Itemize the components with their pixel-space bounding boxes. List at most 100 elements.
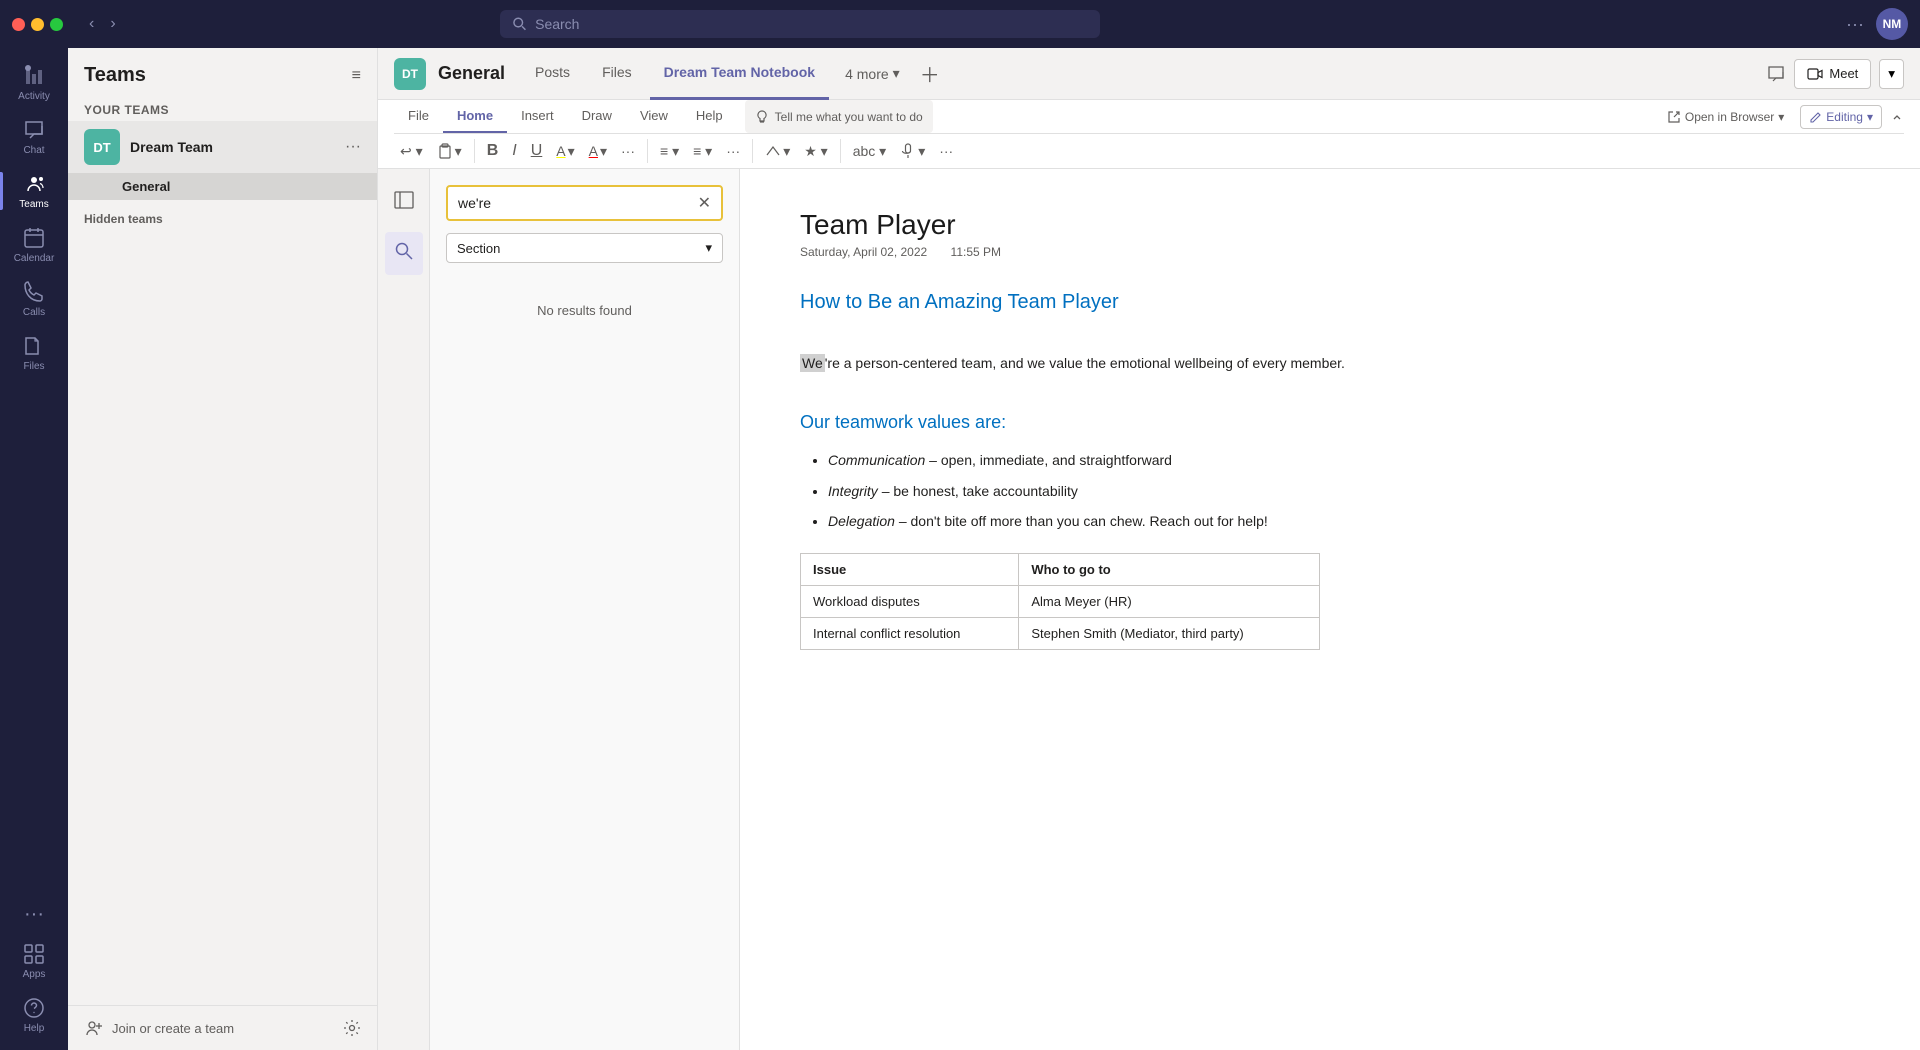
bullet-desc-integrity: – be honest, take accountability (878, 483, 1078, 499)
more-tabs-label: 4 more (845, 66, 889, 82)
ribbon-divider-4 (840, 139, 841, 163)
highlight-color-button[interactable]: A ▾ (550, 139, 580, 164)
sidebar-item-calendar[interactable]: Calendar (0, 218, 68, 272)
bullet-item-communication: Communication – open, immediate, and str… (828, 449, 1860, 471)
maximize-window-button[interactable] (50, 18, 63, 31)
team-avatar: DT (84, 129, 120, 165)
calls-icon (22, 280, 46, 304)
team-item-dream-team[interactable]: DT Dream Team ··· (68, 121, 377, 173)
editing-button[interactable]: Editing ▾ (1800, 105, 1882, 129)
more-formatting-button[interactable]: ··· (615, 139, 641, 163)
meet-button[interactable]: Meet (1794, 59, 1871, 89)
right-content: DT General Posts Files Dream Team Notebo… (378, 48, 1920, 1050)
ribbon-tab-draw[interactable]: Draw (568, 100, 626, 133)
table-row: Internal conflict resolution Stephen Smi… (801, 617, 1320, 649)
team-more-button[interactable]: ··· (345, 138, 361, 156)
files-icon (22, 334, 46, 358)
notebook-search-input[interactable] (458, 195, 690, 211)
team-name: Dream Team (130, 139, 335, 155)
global-search-bar[interactable] (500, 10, 1100, 38)
spelling-button[interactable]: abc ▾ (847, 139, 893, 164)
scope-dropdown[interactable]: Section ▾ (446, 233, 723, 263)
ribbon: File Home Insert Draw View Help Tell me … (378, 100, 1920, 169)
more-options-button[interactable]: ··· (1846, 14, 1864, 35)
add-tab-button[interactable]: ＋ (920, 59, 940, 88)
bullets-button[interactable]: ≡ ▾ (654, 139, 685, 164)
ribbon-tab-help[interactable]: Help (682, 100, 737, 133)
join-team-label: Join or create a team (112, 1021, 234, 1036)
channel-item-general[interactable]: General (68, 173, 377, 200)
tab-files[interactable]: Files (588, 48, 646, 100)
ribbon-tab-view[interactable]: View (626, 100, 682, 133)
numbering-button[interactable]: ≡ ▾ (687, 139, 718, 164)
teams-icon (22, 172, 46, 196)
onenote-content: Team Player Saturday, April 02, 2022 11:… (740, 169, 1920, 1050)
open-in-browser-button[interactable]: Open in Browser ▾ (1667, 110, 1784, 124)
body-text-content: 're a person-centered team, and we value… (825, 355, 1345, 371)
indent-more-button[interactable]: ··· (720, 139, 746, 163)
global-search-input[interactable] (535, 16, 1088, 32)
minimize-window-button[interactable] (31, 18, 44, 31)
tab-posts[interactable]: Posts (521, 48, 584, 100)
undo-button[interactable]: ↩ ▾ (394, 139, 429, 164)
sidebar-item-calls[interactable]: Calls (0, 272, 68, 326)
ribbon-tabs: File Home Insert Draw View Help Tell me … (394, 100, 1904, 134)
star-button[interactable]: ★ ▾ (798, 139, 833, 164)
main-layout: Activity Chat Teams Calendar Calls Files… (0, 48, 1920, 1050)
left-panel-header: Teams ≡ (68, 48, 377, 95)
ribbon-tab-home[interactable]: Home (443, 100, 507, 133)
settings-icon[interactable] (343, 1019, 361, 1037)
styles-button[interactable]: ▾ (759, 139, 796, 164)
sidebar-item-files[interactable]: Files (0, 326, 68, 380)
bold-button[interactable]: B (481, 138, 505, 164)
notebook-search-wrapper[interactable]: ✕ (446, 185, 723, 221)
table-header-issue: Issue (801, 553, 1019, 585)
sidebar-item-chat[interactable]: Chat (0, 110, 68, 164)
section-heading-1: How to Be an Amazing Team Player (800, 291, 1860, 314)
chevron-down-icon: ▾ (893, 65, 900, 82)
underline-button[interactable]: U (525, 138, 549, 164)
tab-dream-team-notebook[interactable]: Dream Team Notebook (650, 48, 829, 100)
sidebar-item-activity[interactable]: Activity (0, 56, 68, 110)
close-window-button[interactable] (12, 18, 25, 31)
tabs-bar: DT General Posts Files Dream Team Notebo… (378, 48, 1920, 100)
more-tools-button[interactable]: ··· (933, 139, 959, 163)
title-bar: ‹ › ··· NM (0, 0, 1920, 48)
notebook-library-button[interactable] (385, 181, 423, 224)
filter-icon[interactable]: ≡ (352, 67, 361, 85)
editing-label: Editing (1826, 110, 1863, 124)
calls-label: Calls (23, 307, 45, 318)
notebook-search-button[interactable] (385, 232, 423, 275)
ribbon-tab-file[interactable]: File (394, 100, 443, 133)
dictate-button[interactable]: ▾ (894, 139, 931, 164)
chat-label: Chat (23, 145, 44, 156)
sidebar-item-apps[interactable]: Apps (0, 934, 68, 988)
sidebar-bottom: ··· Apps Help (0, 895, 68, 1050)
activity-icon (22, 64, 46, 88)
italic-button[interactable]: I (506, 138, 522, 164)
more-tabs-button[interactable]: 4 more ▾ (833, 48, 912, 100)
bullet-desc-communication: – open, immediate, and straightforward (925, 452, 1172, 468)
ribbon-tab-insert[interactable]: Insert (507, 100, 568, 133)
sidebar-item-teams[interactable]: Teams (0, 164, 68, 218)
tell-me-field[interactable]: Tell me what you want to do (745, 100, 933, 133)
chat-bubble-icon[interactable] (1766, 64, 1786, 84)
issue-table: Issue Who to go to Workload disputes Alm… (800, 553, 1320, 650)
calendar-label: Calendar (14, 253, 55, 264)
sidebar-item-help[interactable]: Help (0, 988, 68, 1042)
tell-me-label: Tell me what you want to do (775, 110, 923, 124)
table-header-row: Issue Who to go to (801, 553, 1320, 585)
page-time: 11:55 PM (951, 245, 1001, 259)
clear-search-button[interactable]: ✕ (698, 193, 711, 213)
clipboard-button[interactable]: ▾ (431, 139, 468, 164)
font-color-button[interactable]: A ▾ (583, 139, 613, 164)
meet-chevron-button[interactable]: ▾ (1879, 59, 1904, 89)
table-cell-issue-1: Workload disputes (801, 585, 1019, 617)
collapse-ribbon-icon[interactable] (1890, 110, 1904, 124)
sidebar-item-more[interactable]: ··· (0, 895, 68, 934)
table-cell-who-2: Stephen Smith (Mediator, third party) (1019, 617, 1320, 649)
join-create-team-button[interactable]: Join or create a team (84, 1018, 234, 1038)
forward-button[interactable]: › (104, 11, 121, 37)
user-avatar[interactable]: NM (1876, 8, 1908, 40)
back-button[interactable]: ‹ (83, 11, 100, 37)
